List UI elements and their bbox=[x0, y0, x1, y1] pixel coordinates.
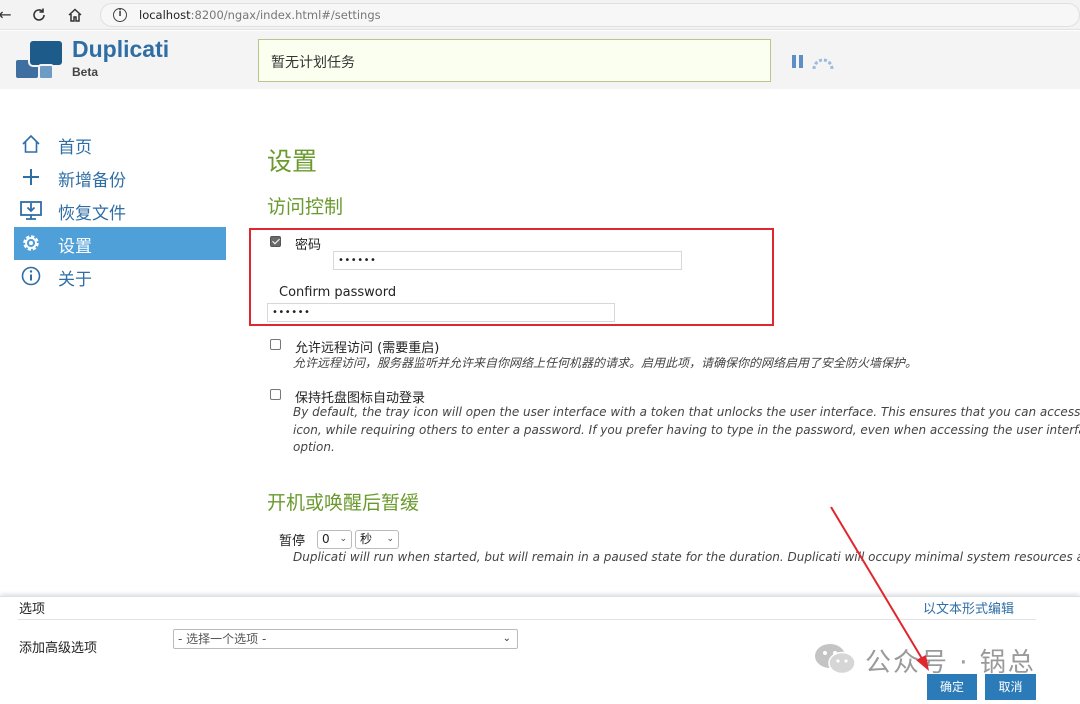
address-bar[interactable]: i localhost:8200/ngax/index.html#/settin… bbox=[100, 3, 1080, 27]
info-icon bbox=[20, 265, 42, 287]
ok-button[interactable]: 确定 bbox=[927, 674, 977, 700]
divider bbox=[18, 619, 1036, 620]
home-nav-icon[interactable] bbox=[64, 4, 86, 26]
tray-login-checkbox[interactable] bbox=[270, 389, 281, 400]
app-header: Duplicati Beta 暂无计划任务 bbox=[0, 31, 1080, 89]
chevron-down-icon: ⌄ bbox=[386, 534, 394, 544]
sidebar-item-about[interactable]: 关于 bbox=[14, 260, 226, 293]
sidebar-item-home[interactable]: 首页 bbox=[14, 128, 226, 161]
edit-as-text-link[interactable]: 以文本形式编辑 bbox=[923, 598, 1014, 617]
pause-duration-value: 0 bbox=[322, 532, 330, 546]
status-panel: 暂无计划任务 bbox=[258, 39, 771, 82]
sidebar-item-restore[interactable]: 恢复文件 bbox=[14, 194, 226, 227]
watermark: 公众号 · 锅总 bbox=[813, 642, 1048, 678]
confirm-password-input[interactable]: •••••• bbox=[267, 303, 615, 322]
advanced-options-placeholder: - 选择一个选项 - bbox=[178, 632, 267, 646]
chevron-down-icon: ⌄ bbox=[502, 633, 511, 644]
sidebar-item-add-backup[interactable]: 新增备份 bbox=[14, 161, 226, 194]
gear-icon bbox=[20, 232, 42, 254]
tray-login-description-line2: icon, while requiring others to enter a … bbox=[293, 423, 1080, 437]
sidebar-nav: 首页 新增备份 恢复文件 设置 关于 bbox=[14, 128, 226, 293]
browser-toolbar: ← i localhost:8200/ngax/index.html#/sett… bbox=[0, 0, 1080, 30]
tray-login-description-line3: option. bbox=[293, 440, 335, 454]
password-input[interactable]: •••••• bbox=[333, 251, 682, 270]
sidebar-item-label: 首页 bbox=[58, 138, 92, 158]
plus-icon bbox=[20, 166, 42, 188]
options-title: 选项 bbox=[19, 602, 46, 617]
sidebar-item-label: 恢复文件 bbox=[58, 204, 126, 224]
advanced-options-label: 添加高级选项 bbox=[19, 641, 98, 656]
back-icon[interactable]: ← bbox=[0, 4, 16, 26]
remote-access-label: 允许远程访问 (需要重启) bbox=[295, 341, 440, 356]
confirm-password-label: Confirm password bbox=[279, 285, 397, 300]
status-text: 暂无计划任务 bbox=[271, 55, 355, 71]
advanced-options-select[interactable]: - 选择一个选项 - ⌄ bbox=[173, 629, 518, 649]
throttle-icon[interactable] bbox=[812, 55, 834, 70]
duplicati-logo-icon[interactable] bbox=[14, 38, 66, 82]
pause-unit-select[interactable]: 秒 ⌄ bbox=[355, 530, 399, 549]
restore-icon bbox=[20, 199, 42, 221]
url-text: localhost:8200/ngax/index.html#/settings bbox=[139, 8, 381, 22]
site-info-icon[interactable]: i bbox=[113, 8, 127, 22]
brand-name[interactable]: Duplicati bbox=[72, 36, 169, 63]
pause-description: Duplicati will run when started, but wil… bbox=[293, 550, 1080, 564]
chevron-down-icon: ⌄ bbox=[339, 534, 347, 544]
sidebar-item-settings[interactable]: 设置 bbox=[14, 227, 226, 260]
page-title: 设置 bbox=[267, 147, 318, 176]
sidebar-item-label: 新增备份 bbox=[58, 171, 126, 191]
remote-access-checkbox[interactable] bbox=[270, 339, 281, 350]
reload-icon[interactable] bbox=[28, 4, 50, 26]
home-icon bbox=[20, 133, 42, 155]
wechat-icon bbox=[815, 644, 856, 675]
remote-access-description: 允许远程访问，服务器监听并允许来自你网络上任何机器的请求。启用此项，请确保你的网… bbox=[293, 356, 918, 370]
brand-subtitle: Beta bbox=[72, 65, 99, 79]
pause-label: 暂停 bbox=[279, 534, 306, 549]
pause-duration-select[interactable]: 0 ⌄ bbox=[317, 530, 352, 549]
section-access-control: 访问控制 bbox=[267, 196, 344, 218]
section-pause-on-startup: 开机或唤醒后暂缓 bbox=[267, 492, 420, 514]
sidebar-item-label: 设置 bbox=[58, 237, 92, 257]
password-checkbox[interactable] bbox=[270, 236, 281, 247]
cancel-button[interactable]: 取消 bbox=[985, 674, 1036, 700]
password-label: 密码 bbox=[295, 238, 322, 253]
pause-icon[interactable] bbox=[792, 55, 804, 68]
pause-unit-value: 秒 bbox=[360, 532, 373, 546]
tray-login-description-line1: By default, the tray icon will open the … bbox=[293, 405, 1080, 419]
sidebar-item-label: 关于 bbox=[58, 270, 92, 290]
